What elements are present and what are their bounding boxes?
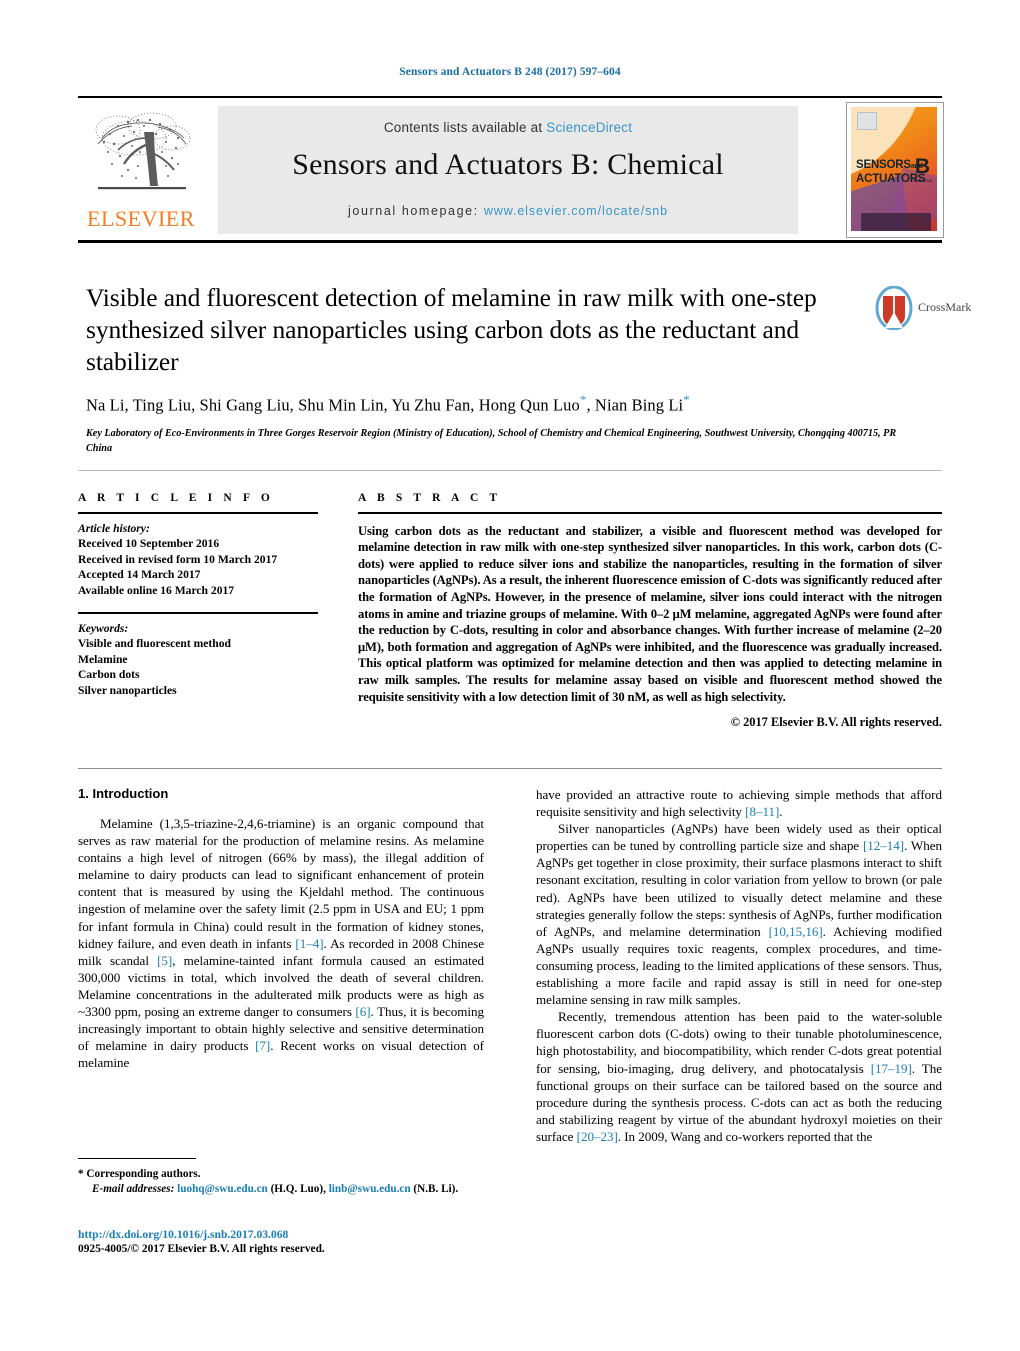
journal-title: Sensors and Actuators B: Chemical <box>292 148 724 181</box>
keyword-1: Melamine <box>78 652 128 666</box>
email-owner-1: (H.Q. Luo), <box>270 1182 326 1195</box>
citation-6[interactable]: [6] <box>355 1004 370 1019</box>
keywords-divider <box>78 612 318 614</box>
citation-20-23[interactable]: [20–23] <box>577 1129 618 1144</box>
issn-copyright-line: 0925-4005/© 2017 Elsevier B.V. All right… <box>78 1243 325 1255</box>
paragraph-right-1: Silver nanoparticles (AgNPs) have been w… <box>536 821 942 1008</box>
cover-elsevier-icon <box>857 112 877 130</box>
journal-homepage-line: journal homepage: www.elsevier.com/locat… <box>218 204 798 218</box>
article-history-label: Article history: <box>78 521 150 535</box>
history-item-3: Available online 16 March 2017 <box>78 583 235 597</box>
history-item-1: Received in revised form 10 March 2017 <box>78 552 278 566</box>
article-info-divider <box>78 512 318 514</box>
elsevier-tree-icon <box>95 112 191 190</box>
paragraph-left-0: Melamine (1,3,5-triazine-2,4,6-triamine)… <box>78 816 485 1071</box>
doi-link[interactable]: http://dx.doi.org/10.1016/j.snb.2017.03.… <box>78 1228 484 1241</box>
email-link-1[interactable]: luohq@swu.edu.cn <box>177 1183 268 1195</box>
abstract-copyright: © 2017 Elsevier B.V. All rights reserved… <box>730 715 942 730</box>
abstract-text: Using carbon dots as the reductant and s… <box>358 523 942 704</box>
abstract-column: A B S T R A C T Using carbon dots as the… <box>358 492 942 730</box>
masthead-banner: Contents lists available at ScienceDirec… <box>218 106 798 234</box>
citation-10-15-16[interactable]: [10,15,16] <box>769 924 823 939</box>
corresponding-marker-2: * <box>683 392 690 407</box>
info-section-bottom-rule <box>78 768 942 769</box>
section-heading-introduction: 1. Introduction <box>78 786 169 801</box>
citation-8-11[interactable]: [8–11] <box>745 804 779 819</box>
corresponding-authors-note: * Corresponding authors. <box>78 1168 201 1181</box>
citation-12-14[interactable]: [12–14] <box>863 838 904 853</box>
keyword-3: Silver nanoparticles <box>78 683 177 697</box>
email-link-2[interactable]: linb@swu.edu.cn <box>329 1183 411 1195</box>
elsevier-logo: ELSEVIER <box>80 106 202 234</box>
body-column-left: 1. Introduction Melamine (1,3,5-triazine… <box>78 786 484 1071</box>
history-item-0: Received 10 September 2016 <box>78 537 220 551</box>
info-section-top-rule <box>78 470 942 471</box>
masthead-top-rule <box>78 96 942 98</box>
masthead-bottom-rule <box>78 240 942 243</box>
journal-homepage-link[interactable]: www.elsevier.com/locate/snb <box>484 204 668 218</box>
article-info-heading: A R T I C L E I N F O <box>78 492 274 504</box>
authors-tail: , Nian Bing Li <box>586 395 684 415</box>
keyword-2: Carbon dots <box>78 668 140 682</box>
cover-series-sub: Chemical <box>912 178 932 183</box>
history-item-2: Accepted 14 March 2017 <box>78 568 201 582</box>
corresponding-author-footnote: * Corresponding authors. E-mail addresse… <box>78 1158 484 1196</box>
journal-masthead: ELSEVIER Contents lists available at Sci… <box>78 96 944 243</box>
email-addresses-line: E-mail addresses: luohq@swu.edu.cn (H.Q.… <box>78 1182 484 1197</box>
title-block: Visible and fluorescent detection of mel… <box>86 282 896 456</box>
crossmark-icon <box>875 286 913 330</box>
abstract-heading: A B S T R A C T <box>358 492 502 504</box>
citation-5[interactable]: [5] <box>157 953 172 968</box>
crossmark-label: CrossMark <box>918 300 972 314</box>
authors-main: Na Li, Ting Liu, Shi Gang Liu, Shu Min L… <box>86 395 580 415</box>
email-owner-2: (N.B. Li). <box>413 1182 459 1195</box>
paragraph-right-0: have provided an attractive route to ach… <box>536 787 942 820</box>
body-column-right: have provided an attractive route to ach… <box>536 786 942 1145</box>
doi-block: http://dx.doi.org/10.1016/j.snb.2017.03.… <box>78 1228 484 1255</box>
article-first-page: Sensors and Actuators B 248 (2017) 597–6… <box>0 0 1020 1351</box>
footnote-rule <box>78 1158 196 1160</box>
cover-line1: SENSORS <box>856 159 911 171</box>
citation-1-4[interactable]: [1–4] <box>295 936 323 951</box>
contents-prefix: Contents lists available at <box>383 120 547 135</box>
abstract-divider <box>358 512 942 514</box>
homepage-label: journal homepage: <box>348 204 479 218</box>
journal-cover-art: SENSORSand ACTUATORS B Chemical <box>851 107 937 231</box>
running-head: Sensors and Actuators B 248 (2017) 597–6… <box>399 66 621 78</box>
article-info-column: A R T I C L E I N F O Article history: R… <box>78 492 318 698</box>
paragraph-right-2: Recently, tremendous attention has been … <box>536 1009 943 1144</box>
sciencedirect-link[interactable]: ScienceDirect <box>546 120 632 135</box>
affiliation: Key Laboratory of Eco-Environments in Th… <box>86 427 897 454</box>
elsevier-wordmark: ELSEVIER <box>87 206 195 231</box>
citation-17-19[interactable]: [17–19] <box>871 1061 912 1076</box>
keyword-0: Visible and fluorescent method <box>78 637 231 651</box>
crossmark-badge[interactable]: CrossMark <box>874 286 971 334</box>
author-list: Na Li, Ting Liu, Shi Gang Liu, Shu Min L… <box>86 392 866 416</box>
cover-dark-band <box>861 213 931 231</box>
citation-7[interactable]: [7] <box>255 1038 270 1053</box>
email-label: E-mail addresses: <box>92 1182 175 1195</box>
journal-cover-thumbnail[interactable]: SENSORSand ACTUATORS B Chemical <box>846 102 944 238</box>
keywords-label: Keywords: <box>78 621 129 635</box>
article-history-group: Article history: Received 10 September 2… <box>78 521 318 599</box>
contents-available-line: Contents lists available at ScienceDirec… <box>218 120 798 135</box>
page-title: Visible and fluorescent detection of mel… <box>86 283 817 376</box>
keywords-group: Keywords: Visible and fluorescent method… <box>78 621 318 699</box>
cover-series-letter: B <box>914 155 930 178</box>
